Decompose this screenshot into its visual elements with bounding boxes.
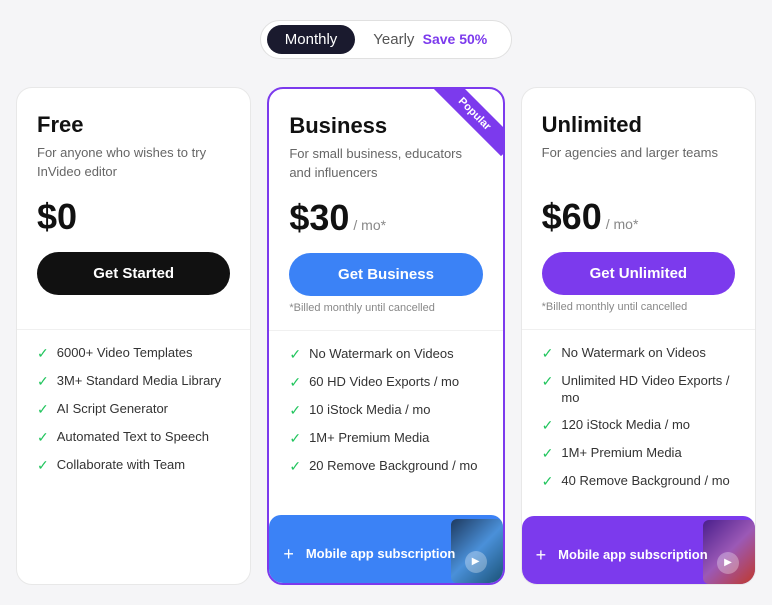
business-feature-4: ✓ 1M+ Premium Media (289, 429, 482, 448)
business-feature-5: ✓ 20 Remove Background / mo (289, 457, 482, 476)
free-plan-features-list: ✓ 6000+ Video Templates ✓ 3M+ Standard M… (37, 344, 230, 483)
free-plan-description: For anyone who wishes to try InVideo edi… (37, 144, 230, 182)
plus-icon-business: + (283, 544, 294, 565)
business-feature-3-text: 10 iStock Media / mo (309, 401, 430, 419)
unlimited-plan-period: / mo* (606, 216, 639, 232)
free-plan-price-row: $0 (37, 196, 230, 238)
business-plan-price-row: $30 / mo* (289, 197, 482, 239)
unlimited-feature-4-text: 1M+ Premium Media (561, 444, 681, 462)
business-feature-2: ✓ 60 HD Video Exports / mo (289, 373, 482, 392)
unlimited-feature-2-text: Unlimited HD Video Exports / mo (561, 372, 735, 407)
unlimited-plan-description: For agencies and larger teams (542, 144, 735, 182)
unlimited-plan-cta-button[interactable]: Get Unlimited (542, 252, 735, 295)
free-plan-cta-button[interactable]: Get Started (37, 252, 230, 295)
unlimited-plan-price-row: $60 / mo* (542, 196, 735, 238)
free-feature-1-text: 6000+ Video Templates (57, 344, 193, 362)
check-icon-b5: ✓ (289, 457, 301, 476)
unlimited-feature-4: ✓ 1M+ Premium Media (542, 444, 735, 463)
check-icon-1: ✓ (37, 344, 49, 363)
business-feature-4-text: 1M+ Premium Media (309, 429, 429, 447)
business-plan-billed-note: *Billed monthly until cancelled (289, 302, 482, 318)
business-plan-period: / mo* (353, 217, 386, 233)
unlimited-plan-card: Unlimited For agencies and larger teams … (521, 87, 756, 585)
free-feature-1: ✓ 6000+ Video Templates (37, 344, 230, 363)
business-plan-cta-button[interactable]: Get Business (289, 253, 482, 296)
check-icon-b4: ✓ (289, 429, 301, 448)
pricing-cards-container: Free For anyone who wishes to try InVide… (16, 87, 756, 585)
unlimited-plan-title: Unlimited (542, 112, 735, 138)
check-icon-u5: ✓ (542, 472, 554, 491)
plus-icon-unlimited: + (536, 545, 547, 566)
free-feature-2: ✓ 3M+ Standard Media Library (37, 372, 230, 391)
popular-ribbon-wrapper: Popular (433, 89, 503, 159)
free-plan-billed-note (37, 301, 230, 317)
unlimited-feature-5-text: 40 Remove Background / mo (561, 472, 729, 490)
unlimited-plan-billed-note: *Billed monthly until cancelled (542, 301, 735, 317)
yearly-label: Yearly (373, 31, 414, 48)
free-feature-4: ✓ Automated Text to Speech (37, 428, 230, 447)
business-plan-card: Popular Business For small business, edu… (267, 87, 504, 585)
free-plan-title: Free (37, 112, 230, 138)
business-plan-price: $30 (289, 197, 349, 239)
unlimited-feature-1: ✓ No Watermark on Videos (542, 344, 735, 363)
popular-ribbon-label: Popular (433, 89, 503, 156)
free-feature-5: ✓ Collaborate with Team (37, 456, 230, 475)
free-plan-divider (17, 329, 250, 330)
check-icon-b3: ✓ (289, 401, 301, 420)
unlimited-mobile-banner-text: Mobile app subscription (558, 547, 741, 564)
business-plan-divider (269, 330, 502, 331)
free-feature-5-text: Collaborate with Team (57, 456, 185, 474)
check-icon-3: ✓ (37, 400, 49, 419)
unlimited-feature-1-text: No Watermark on Videos (561, 344, 706, 362)
business-feature-5-text: 20 Remove Background / mo (309, 457, 477, 475)
business-feature-1-text: No Watermark on Videos (309, 345, 454, 363)
check-icon-u2: ✓ (542, 372, 554, 391)
business-mobile-banner-text: Mobile app subscription (306, 546, 489, 563)
business-feature-3: ✓ 10 iStock Media / mo (289, 401, 482, 420)
check-icon-b2: ✓ (289, 373, 301, 392)
free-plan-card: Free For anyone who wishes to try InVide… (16, 87, 251, 585)
business-plan-features-list: ✓ No Watermark on Videos ✓ 60 HD Video E… (289, 345, 482, 484)
yearly-toggle-btn[interactable]: Yearly Save 50% (355, 25, 505, 54)
billing-toggle: Monthly Yearly Save 50% (260, 20, 512, 59)
business-feature-1: ✓ No Watermark on Videos (289, 345, 482, 364)
save-badge: Save 50% (423, 31, 488, 47)
check-icon-4: ✓ (37, 428, 49, 447)
free-feature-2-text: 3M+ Standard Media Library (57, 372, 221, 390)
free-feature-3: ✓ AI Script Generator (37, 400, 230, 419)
check-icon-u1: ✓ (542, 344, 554, 363)
check-icon-5: ✓ (37, 456, 49, 475)
check-icon-b1: ✓ (289, 345, 301, 364)
business-feature-2-text: 60 HD Video Exports / mo (309, 373, 459, 391)
unlimited-feature-5: ✓ 40 Remove Background / mo (542, 472, 735, 491)
monthly-toggle-btn[interactable]: Monthly (267, 25, 356, 54)
business-mobile-banner[interactable]: + Mobile app subscription ▶ (269, 515, 502, 583)
check-icon-2: ✓ (37, 372, 49, 391)
free-plan-price: $0 (37, 196, 77, 238)
unlimited-plan-price: $60 (542, 196, 602, 238)
free-feature-3-text: AI Script Generator (57, 400, 168, 418)
unlimited-mobile-banner[interactable]: + Mobile app subscription ▶ (522, 516, 755, 584)
check-icon-u4: ✓ (542, 444, 554, 463)
unlimited-feature-3: ✓ 120 iStock Media / mo (542, 416, 735, 435)
free-feature-4-text: Automated Text to Speech (57, 428, 209, 446)
unlimited-feature-2: ✓ Unlimited HD Video Exports / mo (542, 372, 735, 407)
unlimited-feature-3-text: 120 iStock Media / mo (561, 416, 690, 434)
check-icon-u3: ✓ (542, 416, 554, 435)
unlimited-plan-divider (522, 329, 755, 330)
unlimited-plan-features-list: ✓ No Watermark on Videos ✓ Unlimited HD … (542, 344, 735, 500)
